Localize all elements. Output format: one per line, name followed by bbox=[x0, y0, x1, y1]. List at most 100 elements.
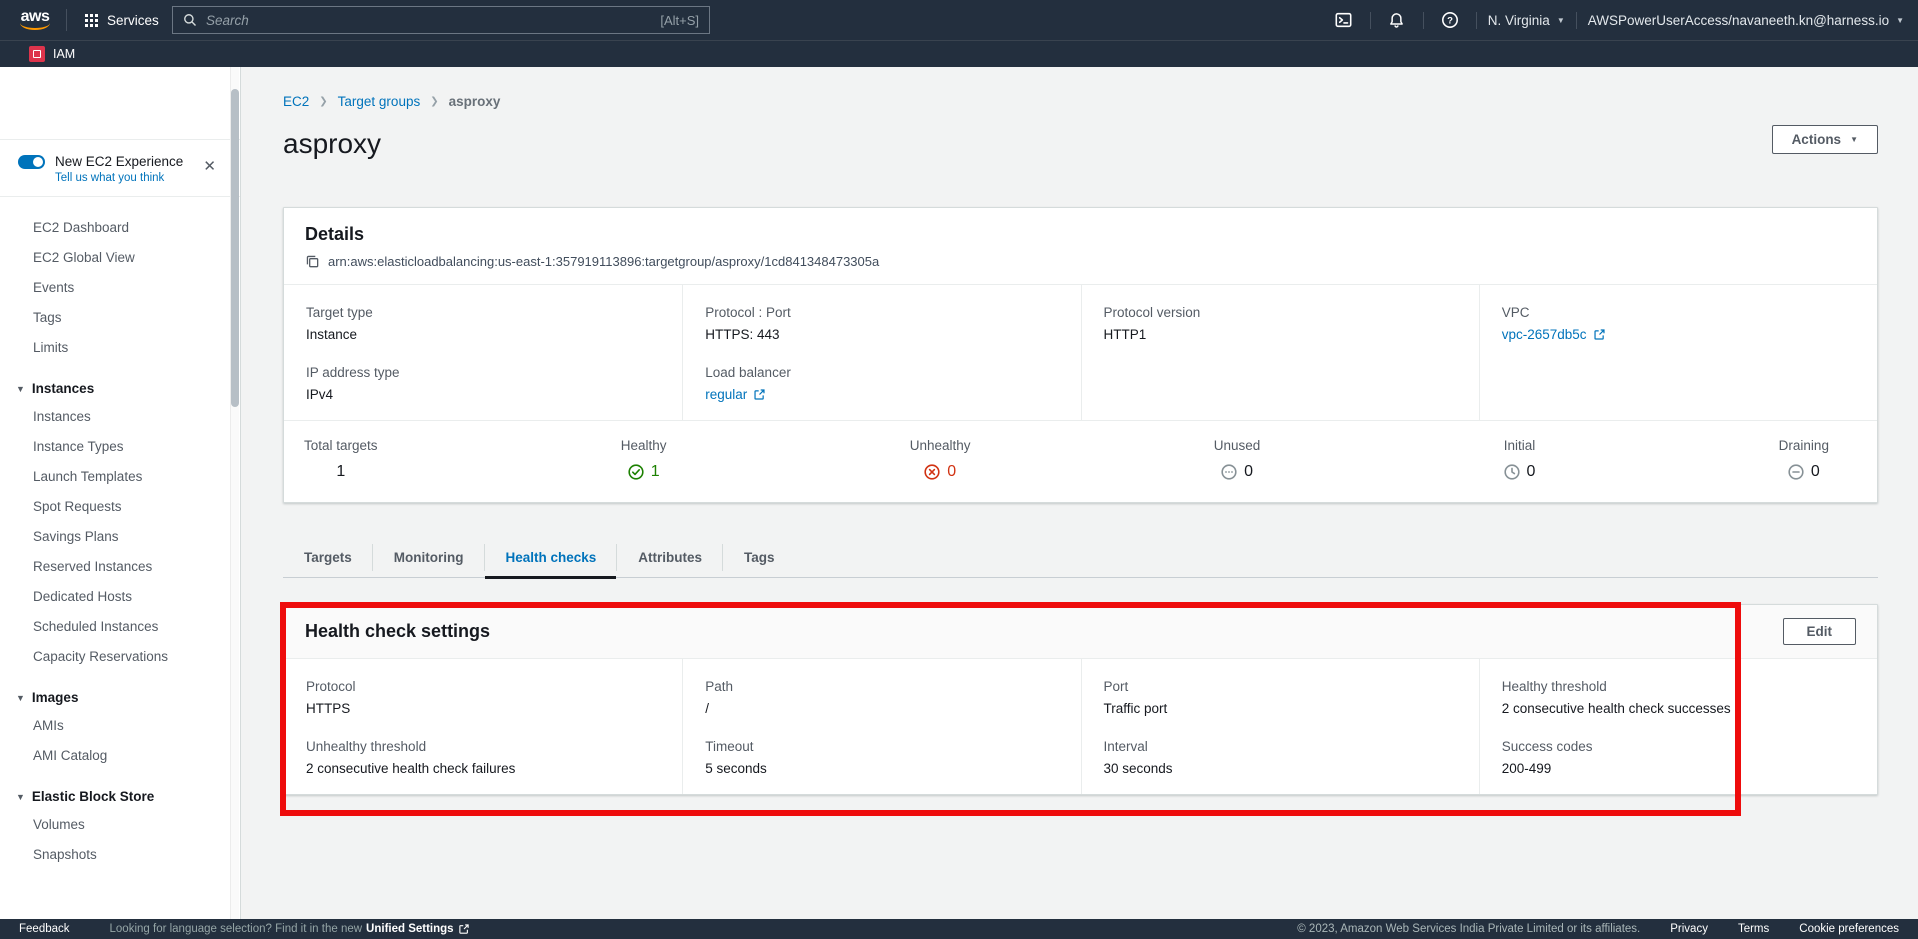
field-value: 5 seconds bbox=[705, 761, 1062, 776]
copyright-text: © 2023, Amazon Web Services India Privat… bbox=[1297, 923, 1640, 935]
account-label: AWSPowerUserAccess/navaneeth.kn@harness.… bbox=[1588, 13, 1889, 28]
sidebar-item-launch-templates[interactable]: Launch Templates bbox=[0, 462, 240, 492]
nav-divider bbox=[1576, 12, 1577, 29]
tab-bar: Targets Monitoring Health checks Attribu… bbox=[283, 539, 1878, 578]
favorites-bar: IAM bbox=[0, 40, 1918, 67]
stat-initial: Initial 0 bbox=[1504, 438, 1536, 481]
external-link-icon bbox=[1593, 328, 1606, 341]
field-label: Protocol version bbox=[1104, 305, 1461, 320]
help-button[interactable]: ? bbox=[1435, 6, 1465, 34]
cloudshell-icon bbox=[1334, 11, 1353, 29]
sidebar-section-elastic-block-store[interactable]: ▼ Elastic Block Store bbox=[0, 781, 240, 810]
chevron-right-icon: ❯ bbox=[319, 96, 327, 107]
iam-service-icon bbox=[29, 46, 45, 62]
account-menu[interactable]: AWSPowerUserAccess/navaneeth.kn@harness.… bbox=[1588, 13, 1904, 28]
sidebar-section-images[interactable]: ▼ Images bbox=[0, 682, 240, 711]
favorite-iam-link[interactable]: IAM bbox=[53, 47, 75, 61]
field-value: IPv4 bbox=[306, 387, 664, 402]
breadcrumb-target-groups[interactable]: Target groups bbox=[338, 94, 421, 109]
new-experience-toggle[interactable] bbox=[18, 155, 45, 169]
tab-targets[interactable]: Targets bbox=[283, 539, 373, 577]
field-label: Path bbox=[705, 679, 1062, 694]
field-value: Instance bbox=[306, 327, 664, 342]
field-label: Protocol bbox=[306, 679, 664, 694]
health-check-settings-heading: Health check settings bbox=[305, 621, 490, 642]
nav-divider bbox=[66, 9, 67, 31]
sidebar-item-scheduled-instances[interactable]: Scheduled Instances bbox=[0, 612, 240, 642]
sidebar-item-savings-plans[interactable]: Savings Plans bbox=[0, 522, 240, 552]
triangle-down-icon: ▼ bbox=[16, 792, 25, 802]
vpc-link[interactable]: vpc-2657db5c bbox=[1502, 327, 1859, 342]
services-menu-button[interactable]: Services bbox=[79, 9, 165, 32]
global-search-box[interactable]: [Alt+S] bbox=[172, 6, 710, 34]
sidebar-item-reserved-instances[interactable]: Reserved Instances bbox=[0, 552, 240, 582]
unified-settings-link[interactable]: Unified Settings bbox=[366, 923, 454, 935]
sidebar-item-volumes[interactable]: Volumes bbox=[0, 810, 240, 840]
close-icon[interactable]: ✕ bbox=[203, 159, 216, 174]
ellipsis-circle-icon bbox=[1221, 464, 1237, 480]
sidebar-section-instances[interactable]: ▼ Instances bbox=[0, 373, 240, 402]
region-label: N. Virginia bbox=[1488, 13, 1550, 28]
breadcrumb-ec2[interactable]: EC2 bbox=[283, 94, 309, 109]
details-heading: Details bbox=[305, 223, 1856, 245]
terms-link[interactable]: Terms bbox=[1738, 923, 1769, 935]
feedback-link[interactable]: Feedback bbox=[19, 923, 70, 935]
copy-arn-button[interactable] bbox=[305, 254, 320, 269]
sidebar-item-tags[interactable]: Tags bbox=[0, 303, 240, 333]
field-label: IP address type bbox=[306, 365, 664, 380]
privacy-link[interactable]: Privacy bbox=[1670, 923, 1708, 935]
sidebar-item-instance-types[interactable]: Instance Types bbox=[0, 432, 240, 462]
sidebar-item-ami-catalog[interactable]: AMI Catalog bbox=[0, 741, 240, 771]
field-value: HTTPS bbox=[306, 701, 664, 716]
tell-us-link[interactable]: Tell us what you think bbox=[55, 172, 226, 184]
field-label: Timeout bbox=[705, 739, 1062, 754]
tab-tags[interactable]: Tags bbox=[723, 539, 796, 577]
nav-divider bbox=[1476, 12, 1477, 29]
search-icon bbox=[183, 13, 197, 27]
sidebar-item-instances[interactable]: Instances bbox=[0, 402, 240, 432]
region-selector[interactable]: N. Virginia ▼ bbox=[1488, 13, 1565, 28]
services-grid-icon bbox=[85, 14, 98, 27]
new-ec2-experience-banner: New EC2 Experience Tell us what you thin… bbox=[0, 139, 240, 197]
tab-monitoring[interactable]: Monitoring bbox=[373, 539, 485, 577]
search-input[interactable] bbox=[206, 13, 660, 28]
tab-health-checks[interactable]: Health checks bbox=[485, 539, 618, 577]
field-value: 200-499 bbox=[1502, 761, 1859, 776]
field-label: Success codes bbox=[1502, 739, 1859, 754]
stat-draining: Draining 0 bbox=[1779, 438, 1829, 481]
sidebar-item-capacity-reservations[interactable]: Capacity Reservations bbox=[0, 642, 240, 672]
aws-logo[interactable]: aws bbox=[16, 10, 54, 30]
field-value: 2 consecutive health check successes bbox=[1502, 701, 1859, 716]
cloudshell-button[interactable] bbox=[1329, 6, 1359, 34]
load-balancer-link[interactable]: regular bbox=[705, 387, 1062, 402]
sidebar-item-amis[interactable]: AMIs bbox=[0, 711, 240, 741]
tab-attributes[interactable]: Attributes bbox=[617, 539, 723, 577]
chevron-down-icon: ▼ bbox=[1557, 16, 1565, 25]
edit-button[interactable]: Edit bbox=[1783, 618, 1857, 645]
chevron-down-icon: ▼ bbox=[1896, 16, 1904, 25]
sidebar-item-ec2-global-view[interactable]: EC2 Global View bbox=[0, 243, 240, 273]
triangle-down-icon: ▼ bbox=[16, 693, 25, 703]
field-label: Load balancer bbox=[705, 365, 1062, 380]
sidebar-item-events[interactable]: Events bbox=[0, 273, 240, 303]
field-value: 30 seconds bbox=[1104, 761, 1461, 776]
target-group-arn: arn:aws:elasticloadbalancing:us-east-1:3… bbox=[328, 254, 879, 269]
cookie-preferences-link[interactable]: Cookie preferences bbox=[1799, 923, 1899, 935]
clock-icon bbox=[1504, 464, 1520, 480]
sidebar-scrollbar-thumb[interactable] bbox=[231, 89, 239, 407]
sidebar-item-spot-requests[interactable]: Spot Requests bbox=[0, 492, 240, 522]
bell-icon bbox=[1388, 12, 1405, 29]
details-panel: Details arn:aws:elasticloadbalancing:us-… bbox=[283, 207, 1878, 503]
sidebar-item-limits[interactable]: Limits bbox=[0, 333, 240, 363]
target-health-summary: Total targets 1 Healthy 1 Unhealthy 0 bbox=[284, 420, 1877, 502]
external-link-icon bbox=[458, 923, 470, 935]
console-footer: Feedback Looking for language selection?… bbox=[0, 919, 1918, 939]
language-selection-note: Looking for language selection? Find it … bbox=[110, 923, 470, 935]
sidebar-item-snapshots[interactable]: Snapshots bbox=[0, 840, 240, 870]
breadcrumb: EC2 ❯ Target groups ❯ asproxy bbox=[283, 94, 1878, 109]
sidebar-item-dedicated-hosts[interactable]: Dedicated Hosts bbox=[0, 582, 240, 612]
actions-button[interactable]: Actions ▼ bbox=[1772, 125, 1878, 154]
notifications-button[interactable] bbox=[1382, 6, 1412, 34]
sidebar-item-ec2-dashboard[interactable]: EC2 Dashboard bbox=[0, 213, 240, 243]
nav-divider bbox=[1370, 12, 1371, 29]
